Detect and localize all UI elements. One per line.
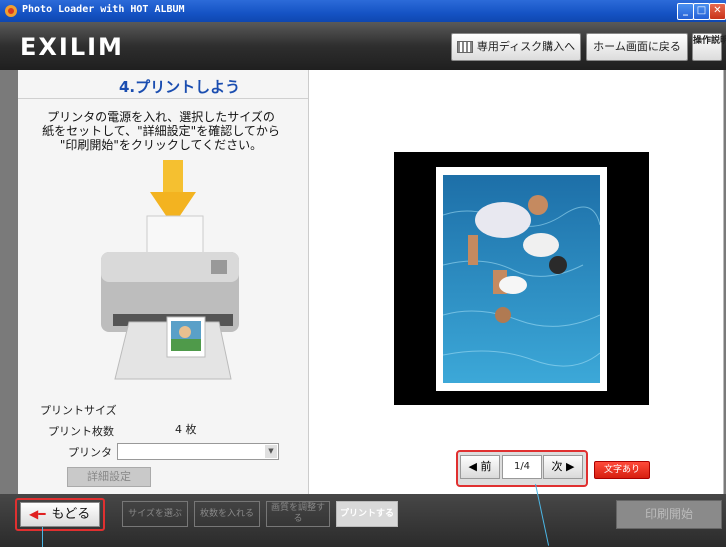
logo: EXILIM [20, 33, 124, 61]
step-adjust-quality: 画質を調整する [266, 501, 330, 527]
home-label: ホーム画面に戻る [593, 40, 681, 53]
next-page-button[interactable]: 次 ▶ [543, 455, 583, 479]
app-icon [5, 5, 17, 17]
print-count-label: プリント枚数 [48, 425, 114, 438]
step-title: 4.プリントしよう [119, 78, 241, 96]
buy-disk-label: 専用ディスク購入へ [476, 40, 576, 53]
home-button[interactable]: ホーム画面に戻る [586, 33, 688, 61]
chevron-down-icon: ▼ [265, 445, 277, 458]
step-enter-count: 枚数を入れる [194, 501, 260, 527]
print-count-value: 4 枚 [175, 423, 197, 436]
maximize-button[interactable]: □ [693, 3, 710, 20]
arrow-left-icon: ◀━ [29, 507, 46, 521]
step-print: プリントする [336, 501, 398, 527]
step-select-size: サイズを選ぶ [122, 501, 188, 527]
window-title: Photo Loader with HOT ALBUM [22, 4, 185, 15]
detail-settings-button[interactable]: 詳細設定 [67, 467, 151, 487]
page-indicator: 1/4 [502, 455, 542, 479]
printer-label: プリンタ [68, 446, 112, 459]
text-toggle-button[interactable]: 文字あり [594, 461, 650, 479]
printer-select[interactable]: ▼ [117, 443, 279, 460]
print-size-label: プリントサイズ [40, 404, 117, 417]
photo-thumbnail [443, 175, 600, 383]
printer-icon [101, 215, 239, 380]
minimize-button[interactable]: _ [677, 3, 694, 20]
manual-label: 操作説明 [693, 36, 726, 46]
instructions-text: プリンタの電源を入れ、選択したサイズの 紙をセットして、"詳細設定"を確認してか… [42, 110, 280, 152]
divider [18, 98, 308, 99]
buy-disk-button[interactable]: 専用ディスク購入へ [451, 33, 581, 61]
print-start-button[interactable]: 印刷開始 [616, 500, 722, 529]
prev-page-button[interactable]: ◀ 前 [460, 455, 500, 479]
window-titlebar: Photo Loader with HOT ALBUM [0, 0, 726, 22]
close-button[interactable]: ✕ [709, 3, 726, 20]
back-button[interactable]: ◀━ もどる [20, 502, 100, 527]
back-label: もどる [51, 507, 91, 522]
manual-button[interactable]: 操作説明 [692, 33, 726, 61]
callout-line [42, 527, 43, 547]
disk-icon [456, 41, 473, 53]
